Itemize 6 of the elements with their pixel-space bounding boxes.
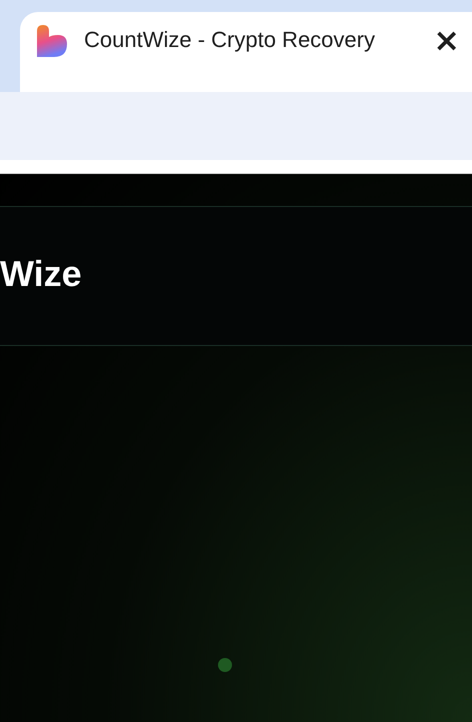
browser-tab[interactable]: CountWize - Crypto Recovery × <box>20 12 472 92</box>
glow-dot <box>218 658 232 672</box>
close-tab-button[interactable]: × <box>431 25 462 55</box>
site-title: Wize <box>0 254 82 294</box>
heart-logo-icon <box>36 25 68 57</box>
tab-title: CountWize - Crypto Recovery <box>84 26 376 54</box>
